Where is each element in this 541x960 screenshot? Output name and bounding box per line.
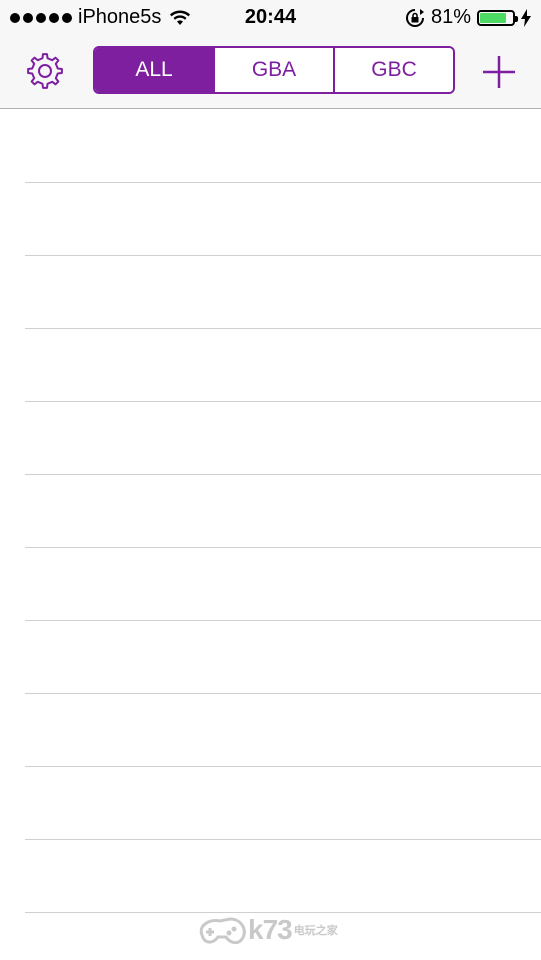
- list-row: [25, 840, 541, 913]
- list-row: [25, 694, 541, 767]
- battery-level-fill: [480, 12, 506, 23]
- watermark-brand: k73: [248, 914, 293, 945]
- game-list: [0, 109, 541, 913]
- list-row: [25, 621, 541, 694]
- rotation-lock-icon: [406, 8, 424, 27]
- gamepad-logo-icon: [199, 917, 246, 945]
- watermark-sub: 电玩之家: [293, 925, 338, 937]
- tab-gbc[interactable]: GBC: [335, 48, 453, 92]
- list-row: [25, 183, 541, 256]
- watermark: k73 电玩之家: [196, 912, 338, 948]
- status-right: 81%: [405, 6, 531, 29]
- charging-bolt-icon: [521, 8, 531, 27]
- settings-gear-icon[interactable]: [25, 51, 65, 91]
- platform-filter-segmented-control: ALL GBA GBC: [93, 46, 455, 94]
- battery-icon: [477, 9, 518, 26]
- list-row: [25, 109, 541, 183]
- list-row: [25, 548, 541, 621]
- list-row: [25, 767, 541, 840]
- list-row: [25, 402, 541, 475]
- tab-gba[interactable]: GBA: [215, 48, 335, 92]
- tab-all[interactable]: ALL: [95, 48, 215, 92]
- battery-percent: 81%: [430, 6, 471, 28]
- list-row: [25, 475, 541, 548]
- add-plus-icon[interactable]: [480, 53, 518, 91]
- status-bar: iPhone5s 20:44 81%: [0, 0, 541, 36]
- list-row: [25, 329, 541, 402]
- nav-bar: ALL GBA GBC: [0, 36, 541, 109]
- list-row: [25, 256, 541, 329]
